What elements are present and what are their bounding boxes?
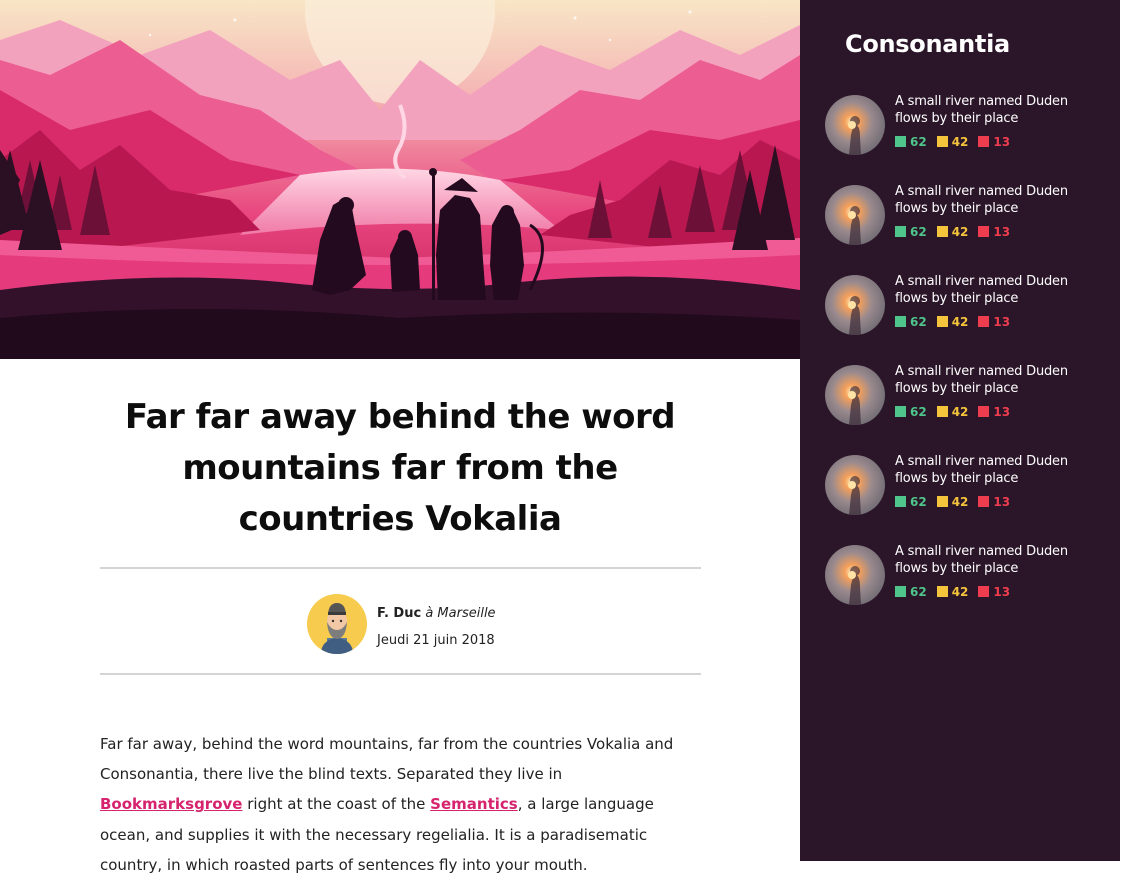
yellow-square-icon xyxy=(936,226,948,237)
sidebar-item[interactable]: A small river named Duden flows by their… xyxy=(825,364,1095,427)
thumbnail-icon[interactable] xyxy=(825,545,885,605)
stat-green: 62 xyxy=(895,585,927,599)
stat-green: 62 xyxy=(895,405,927,419)
sidebar-item-title[interactable]: A small river named Duden flows by their… xyxy=(895,94,1085,127)
stat-green: 62 xyxy=(895,135,927,149)
sidebar-item-stats: 62 42 13 xyxy=(895,315,1020,329)
stat-green: 62 xyxy=(895,495,927,509)
stat-red: 13 xyxy=(978,405,1010,419)
red-square-icon xyxy=(978,496,990,507)
stat-red: 13 xyxy=(978,585,1010,599)
landscape-illustration-icon xyxy=(0,0,800,359)
sidebar-item-stats: 62 42 13 xyxy=(895,135,1020,149)
sidebar-item[interactable]: A small river named Duden flows by their… xyxy=(825,94,1095,157)
thumbnail-icon[interactable] xyxy=(825,275,885,335)
stat-yellow: 42 xyxy=(936,225,969,239)
author-meta: F. Duc à Marseille Jeudi 21 juin 2018 xyxy=(377,600,496,654)
red-square-icon xyxy=(978,406,990,417)
hero-image xyxy=(0,0,800,359)
stat-yellow-value: 42 xyxy=(951,585,969,599)
stat-red-value: 13 xyxy=(993,135,1011,149)
article-body: Far far away, behind the word mountains,… xyxy=(100,729,708,880)
stat-green-value: 62 xyxy=(910,225,927,239)
yellow-square-icon xyxy=(936,406,948,417)
yellow-square-icon xyxy=(936,136,948,147)
stat-yellow-value: 42 xyxy=(951,225,969,239)
stat-green-value: 62 xyxy=(910,405,927,419)
sidebar-item-stats: 62 42 13 xyxy=(895,495,1020,509)
yellow-square-icon xyxy=(936,316,948,327)
sidebar-item[interactable]: A small river named Duden flows by their… xyxy=(825,454,1095,517)
stat-red-value: 13 xyxy=(993,405,1011,419)
thumbnail-icon[interactable] xyxy=(825,365,885,425)
stat-yellow: 42 xyxy=(936,405,969,419)
stat-red: 13 xyxy=(978,135,1010,149)
sidebar-item[interactable]: A small river named Duden flows by their… xyxy=(825,544,1095,607)
author-location: à Marseille xyxy=(425,606,496,621)
sidebar-item-stats: 62 42 13 xyxy=(895,405,1020,419)
stat-green: 62 xyxy=(895,315,927,329)
sidebar: Consonantia A small river named Duden fl… xyxy=(800,0,1120,861)
stat-red-value: 13 xyxy=(993,315,1011,329)
stat-green-value: 62 xyxy=(910,495,927,509)
stat-red-value: 13 xyxy=(993,225,1011,239)
green-square-icon xyxy=(895,496,906,507)
stat-yellow-value: 42 xyxy=(951,495,969,509)
green-square-icon xyxy=(895,586,906,597)
stat-yellow: 42 xyxy=(936,135,969,149)
divider xyxy=(100,673,701,675)
sidebar-item-title[interactable]: A small river named Duden flows by their… xyxy=(895,274,1085,307)
sidebar-item[interactable]: A small river named Duden flows by their… xyxy=(825,184,1095,247)
sidebar-item-title[interactable]: A small river named Duden flows by their… xyxy=(895,454,1085,487)
yellow-square-icon xyxy=(936,496,948,507)
red-square-icon xyxy=(978,316,990,327)
stat-red: 13 xyxy=(978,495,1010,509)
green-square-icon xyxy=(895,316,906,327)
article-text: Far far away, behind the word mountains,… xyxy=(100,735,674,784)
stat-yellow-value: 42 xyxy=(951,135,969,149)
sidebar-item-title[interactable]: A small river named Duden flows by their… xyxy=(895,364,1085,397)
stat-green-value: 62 xyxy=(910,315,927,329)
stat-red-value: 13 xyxy=(993,495,1011,509)
sidebar-item[interactable]: A small river named Duden flows by their… xyxy=(825,274,1095,337)
stat-green-value: 62 xyxy=(910,135,927,149)
stat-yellow-value: 42 xyxy=(951,315,969,329)
sidebar-item-stats: 62 42 13 xyxy=(895,225,1020,239)
green-square-icon xyxy=(895,136,906,147)
red-square-icon xyxy=(978,226,990,237)
sidebar-item-title[interactable]: A small river named Duden flows by their… xyxy=(895,544,1085,577)
thumbnail-icon[interactable] xyxy=(825,185,885,245)
yellow-square-icon xyxy=(936,586,948,597)
semantics-link[interactable]: Semantics xyxy=(430,795,518,813)
stat-yellow: 42 xyxy=(936,495,969,509)
author-block: F. Duc à Marseille Jeudi 21 juin 2018 xyxy=(307,594,687,654)
stat-red: 13 xyxy=(978,315,1010,329)
bookmarksgrove-link[interactable]: Bookmarksgrove xyxy=(100,795,242,813)
stat-red-value: 13 xyxy=(993,585,1011,599)
red-square-icon xyxy=(978,586,990,597)
sidebar-item-stats: 62 42 13 xyxy=(895,585,1020,599)
green-square-icon xyxy=(895,406,906,417)
green-square-icon xyxy=(895,226,906,237)
stat-red: 13 xyxy=(978,225,1010,239)
main-content: Far far away behind the word mountains f… xyxy=(0,0,800,874)
stat-green: 62 xyxy=(895,225,927,239)
article-title: Far far away behind the word mountains f… xyxy=(124,397,676,539)
author-name[interactable]: F. Duc xyxy=(377,606,421,621)
stat-yellow: 42 xyxy=(936,585,969,599)
thumbnail-icon[interactable] xyxy=(825,95,885,155)
sidebar-item-title[interactable]: A small river named Duden flows by their… xyxy=(895,184,1085,217)
sidebar-title: Consonantia xyxy=(845,30,1010,58)
publish-date: Jeudi 21 juin 2018 xyxy=(377,633,495,648)
thumbnail-icon[interactable] xyxy=(825,455,885,515)
stat-yellow: 42 xyxy=(936,315,969,329)
article-text: right at the coast of the xyxy=(242,795,431,814)
author-avatar-icon[interactable] xyxy=(307,594,367,654)
stat-green-value: 62 xyxy=(910,585,927,599)
stat-yellow-value: 42 xyxy=(951,405,969,419)
divider xyxy=(100,567,701,569)
red-square-icon xyxy=(978,136,990,147)
